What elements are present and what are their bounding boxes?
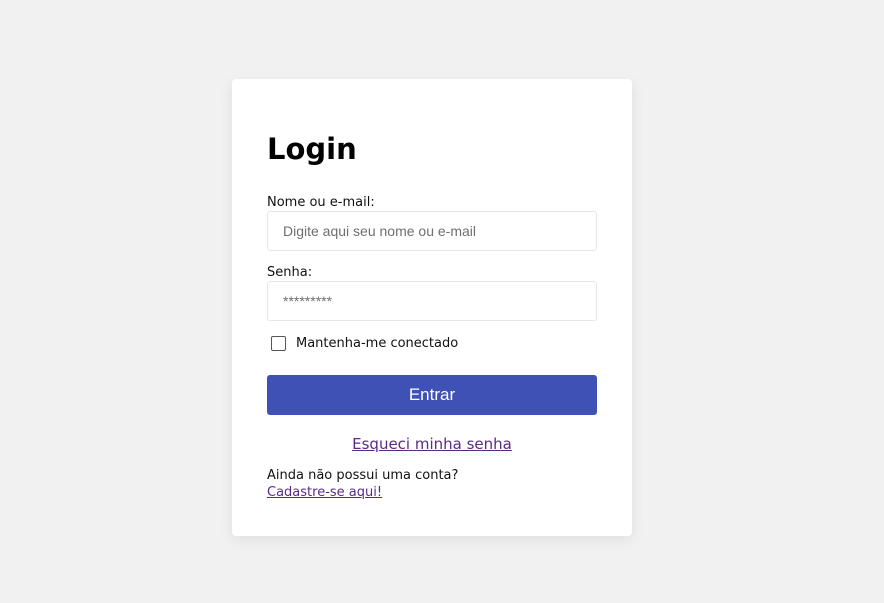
no-account-text: Ainda não possui uma conta? — [267, 468, 459, 483]
login-card: Login Nome ou e-mail: Senha: Mantenha-me… — [232, 79, 632, 536]
forgot-password-link[interactable]: Esqueci minha senha — [267, 435, 597, 453]
remember-label: Mantenha-me conectado — [296, 336, 459, 351]
remember-me[interactable]: Mantenha-me conectado — [267, 336, 458, 351]
password-input[interactable] — [267, 281, 597, 321]
submit-button[interactable]: Entrar — [267, 375, 597, 415]
login-title: Login — [267, 132, 357, 166]
remember-checkbox[interactable] — [271, 336, 286, 351]
signup-link[interactable]: Cadastre-se aqui! — [267, 485, 382, 500]
username-input[interactable] — [267, 211, 597, 251]
username-label: Nome ou e-mail: — [267, 195, 375, 210]
password-label: Senha: — [267, 265, 313, 280]
